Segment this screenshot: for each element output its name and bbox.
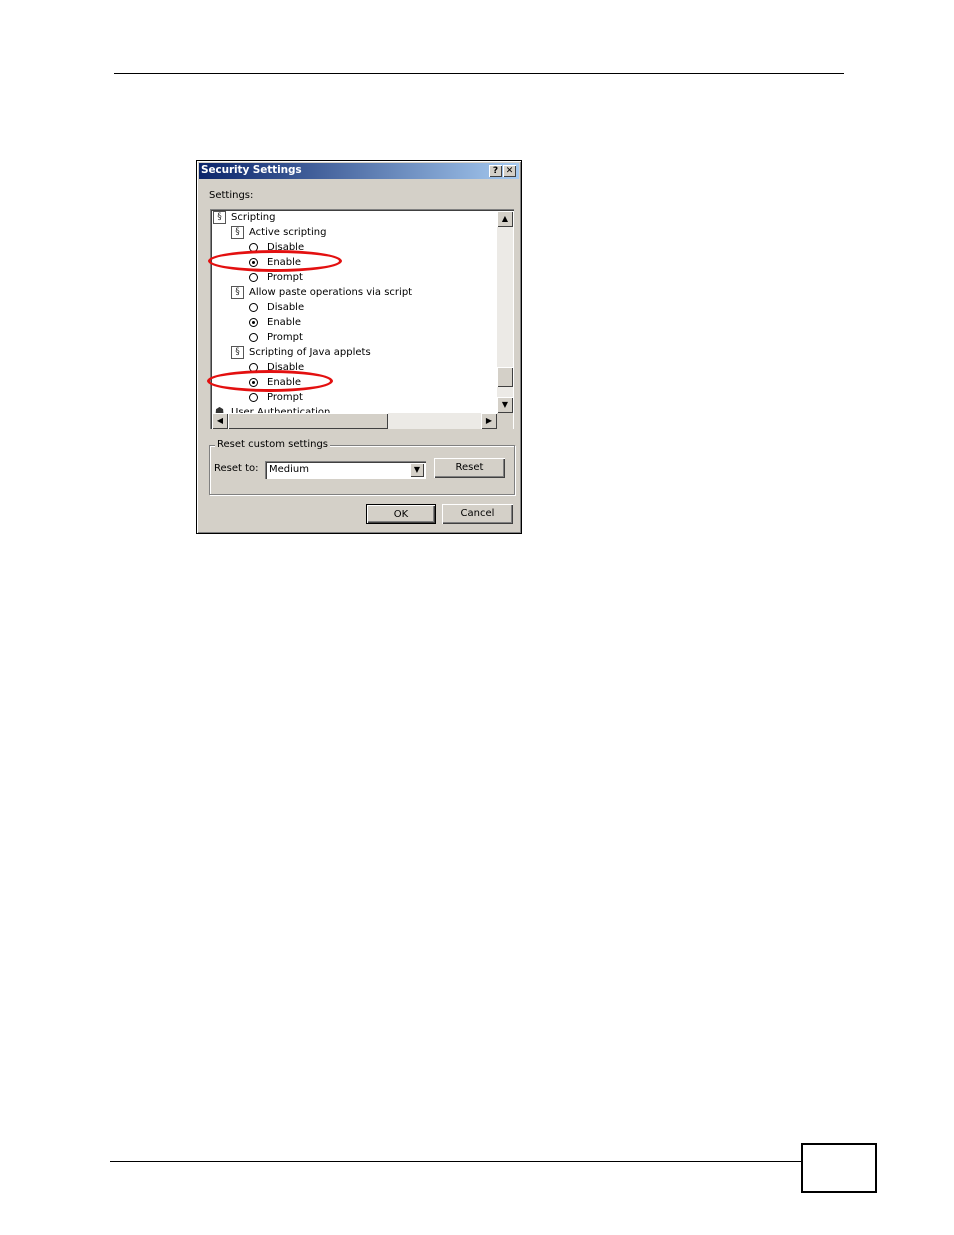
highlight-java-applets-enable [207, 370, 333, 392]
scroll-left-icon[interactable]: ◀ [212, 413, 228, 429]
radio-button-selected[interactable] [249, 318, 258, 327]
script-settings-icon: § [213, 211, 226, 224]
reset-to-label: Reset to: [214, 463, 259, 474]
settings-tree[interactable]: § Scripting § Active scripting Disable E… [210, 209, 514, 429]
security-settings-dialog: Security Settings ? ✕ Settings: § Script… [196, 160, 522, 534]
script-settings-icon: § [231, 226, 244, 239]
highlight-active-scripting-enable [208, 250, 342, 272]
help-button[interactable]: ? [489, 165, 502, 177]
dialog-titlebar[interactable]: Security Settings ? ✕ [199, 163, 519, 179]
dialog-title: Security Settings [201, 164, 302, 176]
script-settings-icon: § [231, 286, 244, 299]
reset-to-value: Medium [269, 464, 309, 475]
horizontal-scroll-thumb[interactable] [228, 413, 388, 429]
radio-button[interactable] [249, 393, 258, 402]
reset-to-dropdown[interactable]: Medium ▼ [265, 461, 426, 479]
vertical-scroll-thumb[interactable] [497, 367, 513, 387]
close-button[interactable]: ✕ [503, 165, 516, 177]
reset-button[interactable]: Reset [434, 458, 505, 478]
ok-button[interactable]: OK [366, 504, 436, 524]
scrollbar-corner [497, 413, 513, 429]
page-number-box [801, 1143, 877, 1193]
radio-button[interactable] [249, 273, 258, 282]
cancel-button[interactable]: Cancel [442, 504, 513, 524]
settings-label: Settings: [209, 190, 254, 201]
chevron-down-icon[interactable]: ▼ [410, 463, 424, 477]
reset-group-label: Reset custom settings [215, 439, 330, 450]
scroll-down-icon[interactable]: ▼ [497, 397, 513, 413]
vertical-scrollbar[interactable]: ▲ ▼ [497, 211, 513, 413]
horizontal-scrollbar[interactable]: ◀ ▶ [212, 413, 497, 429]
scroll-right-icon[interactable]: ▶ [481, 413, 497, 429]
scroll-up-icon[interactable]: ▲ [497, 211, 513, 227]
radio-button[interactable] [249, 333, 258, 342]
radio-button[interactable] [249, 303, 258, 312]
page-footer-rule [110, 1161, 802, 1162]
page-header-rule [114, 73, 844, 74]
script-settings-icon: § [231, 346, 244, 359]
